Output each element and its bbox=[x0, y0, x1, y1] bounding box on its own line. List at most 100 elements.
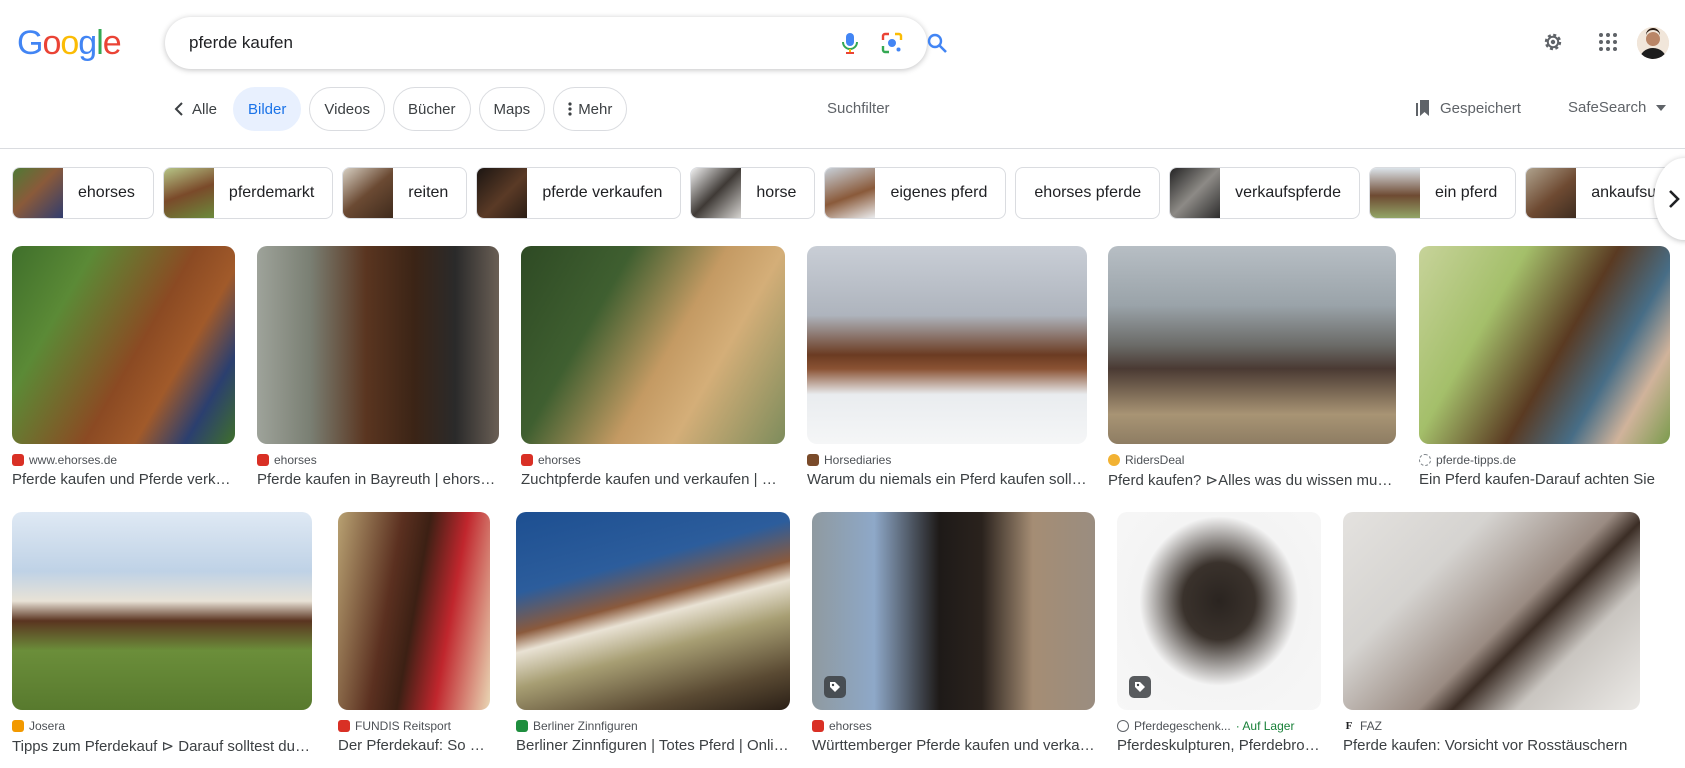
result-image[interactable] bbox=[1419, 246, 1670, 444]
result-title[interactable]: Pferdeskulpturen, Pferdebronzen kaufen bbox=[1117, 737, 1321, 754]
result-title[interactable]: Berliner Zinnfiguren | Totes Pferd | Onl… bbox=[516, 737, 790, 754]
gear-icon[interactable] bbox=[1539, 28, 1567, 56]
tab-all-back[interactable]: Alle bbox=[170, 87, 226, 131]
result-title[interactable]: Der Pferdekauf: So klappt es bbox=[338, 737, 490, 754]
saved-label: Gespeichert bbox=[1440, 99, 1521, 117]
logo-letter: o bbox=[60, 24, 79, 62]
search-input[interactable]: pferde kaufen bbox=[189, 33, 293, 53]
result-source[interactable]: ehorses bbox=[521, 453, 785, 467]
bookmark-icon bbox=[1416, 99, 1432, 117]
tab-videos[interactable]: Videos bbox=[309, 87, 385, 131]
tab-images[interactable]: Bilder bbox=[233, 87, 302, 131]
image-result[interactable]: ehorses Württemberger Pferde kaufen und … bbox=[812, 512, 1095, 754]
result-source[interactable]: www.ehorses.de bbox=[12, 453, 235, 467]
result-image[interactable] bbox=[1343, 512, 1640, 710]
result-image[interactable] bbox=[257, 246, 499, 444]
saved-button[interactable]: Gespeichert bbox=[1416, 99, 1521, 117]
safesearch-label: SafeSearch bbox=[1568, 99, 1647, 116]
chevron-left-icon bbox=[174, 102, 184, 116]
favicon-icon bbox=[257, 454, 269, 466]
result-source[interactable]: F FAZ bbox=[1343, 719, 1640, 733]
image-result[interactable]: FUNDIS Reitsport Der Pferdekauf: So klap… bbox=[338, 512, 490, 754]
favicon-icon bbox=[12, 454, 24, 466]
image-result[interactable]: F FAZ Pferde kaufen: Vorsicht vor Rosstäu… bbox=[1343, 512, 1640, 754]
result-title[interactable]: Pferd kaufen? ⊳Alles was du wissen musst bbox=[1108, 471, 1396, 489]
result-title[interactable]: Pferde kaufen: Vorsicht vor Rosstäuscher… bbox=[1343, 737, 1640, 754]
tab-label: Videos bbox=[324, 100, 370, 118]
favicon-icon bbox=[521, 454, 533, 466]
result-title[interactable]: Zuchtpferde kaufen und verkaufen | ehors… bbox=[521, 471, 785, 488]
result-source[interactable]: ehorses bbox=[257, 453, 499, 467]
result-title[interactable]: Pferde kaufen in Bayreuth | ehorses.de bbox=[257, 471, 499, 488]
chip-eigenes-pferd[interactable]: eigenes pferd bbox=[824, 167, 1007, 219]
source-label: RidersDeal bbox=[1125, 453, 1185, 467]
chip-ehorses[interactable]: ehorses bbox=[12, 167, 154, 219]
search-filter-button[interactable]: Suchfilter bbox=[827, 100, 890, 117]
result-image[interactable] bbox=[1117, 512, 1321, 710]
chip-thumbnail bbox=[163, 168, 214, 218]
image-result[interactable]: RidersDeal Pferd kaufen? ⊳Alles was du w… bbox=[1108, 246, 1396, 489]
image-result[interactable]: pferde-tipps.de Ein Pferd kaufen-Darauf … bbox=[1419, 246, 1670, 488]
account-avatar[interactable] bbox=[1637, 27, 1669, 59]
result-source[interactable]: ehorses bbox=[812, 719, 1095, 733]
chip-label: verkaufspferde bbox=[1235, 184, 1341, 201]
price-tag-icon bbox=[1129, 676, 1151, 698]
result-source[interactable]: FUNDIS Reitsport bbox=[338, 719, 490, 733]
chip-reiten[interactable]: reiten bbox=[342, 167, 468, 219]
image-result[interactable]: Horsediaries Warum du niemals ein Pferd … bbox=[807, 246, 1087, 488]
result-image[interactable] bbox=[812, 512, 1095, 710]
chevron-right-icon bbox=[1668, 189, 1680, 209]
result-source[interactable]: RidersDeal bbox=[1108, 453, 1396, 467]
chip-ein-pferd[interactable]: ein pferd bbox=[1368, 167, 1517, 219]
chip-pferde-verkaufen[interactable]: pferde verkaufen bbox=[476, 167, 682, 219]
chip-ankaufsuntersuchung[interactable]: ankaufsuntersuchung bbox=[1525, 167, 1672, 219]
safesearch-dropdown[interactable]: SafeSearch bbox=[1568, 99, 1667, 116]
image-result[interactable]: Pferdegeschenk... · Auf Lager Pferdeskulp… bbox=[1117, 512, 1321, 754]
chip-ehorses-pferde[interactable]: ehorses pferde bbox=[1015, 167, 1161, 219]
image-result[interactable]: ehorses Pferde kaufen in Bayreuth | ehor… bbox=[257, 246, 499, 488]
result-source[interactable]: Pferdegeschenk... · Auf Lager bbox=[1117, 719, 1321, 733]
result-image[interactable] bbox=[12, 512, 312, 710]
chip-label: ehorses pferde bbox=[1034, 184, 1142, 201]
result-title[interactable]: Ein Pferd kaufen-Darauf achten Sie bbox=[1419, 471, 1670, 488]
image-result[interactable]: ehorses Zuchtpferde kaufen und verkaufen… bbox=[521, 246, 785, 488]
result-image[interactable] bbox=[12, 246, 235, 444]
result-image[interactable] bbox=[1108, 246, 1396, 444]
result-image[interactable] bbox=[516, 512, 790, 710]
price-tag-icon bbox=[824, 676, 846, 698]
result-image[interactable] bbox=[521, 246, 785, 444]
chip-label: ehorses bbox=[78, 184, 135, 201]
google-logo[interactable]: Google bbox=[17, 24, 122, 62]
source-label: FUNDIS Reitsport bbox=[355, 719, 452, 733]
result-image[interactable] bbox=[807, 246, 1087, 444]
chip-pferdemarkt[interactable]: pferdemarkt bbox=[162, 167, 334, 219]
result-source[interactable]: Horsediaries bbox=[807, 453, 1087, 467]
chip-verkaufspferde[interactable]: verkaufspferde bbox=[1169, 167, 1360, 219]
mic-icon[interactable] bbox=[837, 30, 863, 56]
search-box[interactable]: pferde kaufen bbox=[165, 17, 947, 69]
tab-label: Maps bbox=[493, 100, 531, 118]
result-title[interactable]: Württemberger Pferde kaufen und verkaufe… bbox=[812, 737, 1095, 754]
result-source[interactable]: Berliner Zinnfiguren bbox=[516, 719, 790, 733]
apps-grid-icon[interactable] bbox=[1594, 28, 1622, 56]
lens-icon[interactable] bbox=[879, 30, 905, 56]
tab-all-label: Alle bbox=[192, 100, 218, 118]
image-result[interactable]: Berliner Zinnfiguren Berliner Zinnfigure… bbox=[516, 512, 790, 754]
result-title[interactable]: Pferde kaufen und Pferde verkaufen bbox=[12, 471, 235, 488]
favicon-icon bbox=[338, 720, 350, 732]
chip-label: pferdemarkt bbox=[228, 184, 315, 201]
tab-maps[interactable]: Maps bbox=[478, 87, 546, 131]
tab-more[interactable]: Mehr bbox=[553, 87, 628, 131]
search-icon[interactable] bbox=[924, 30, 950, 56]
result-source[interactable]: Josera bbox=[12, 719, 312, 733]
image-result[interactable]: Josera Tipps zum Pferdekauf ⊳ Darauf sol… bbox=[12, 512, 312, 755]
chip-horse[interactable]: horse bbox=[690, 167, 816, 219]
related-searches-chips: ehorses pferdemarkt reiten pferde verkau… bbox=[12, 167, 1672, 219]
result-title[interactable]: Warum du niemals ein Pferd kaufen sollte… bbox=[807, 471, 1087, 488]
result-image[interactable] bbox=[338, 512, 490, 710]
chip-label: horse bbox=[756, 184, 797, 201]
result-source[interactable]: pferde-tipps.de bbox=[1419, 453, 1670, 467]
result-title[interactable]: Tipps zum Pferdekauf ⊳ Darauf solltest d… bbox=[12, 737, 312, 755]
tab-books[interactable]: Bücher bbox=[392, 87, 471, 131]
image-result[interactable]: www.ehorses.de Pferde kaufen und Pferde … bbox=[12, 246, 235, 488]
